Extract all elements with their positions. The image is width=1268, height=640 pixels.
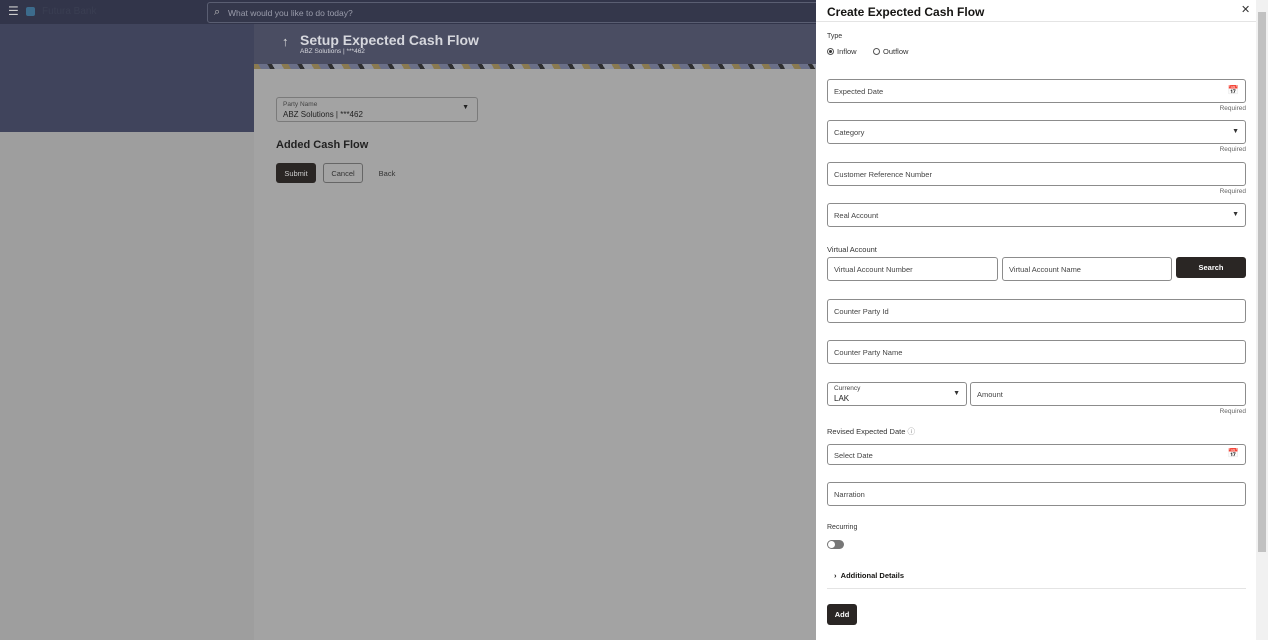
customer-reference-input[interactable]: Customer Reference Number bbox=[827, 162, 1246, 186]
va-number-placeholder: Virtual Account Number bbox=[834, 265, 913, 274]
currency-value: LAK bbox=[834, 394, 850, 403]
counter-party-id-input[interactable]: Counter Party Id bbox=[827, 299, 1246, 323]
radio-unchecked-icon bbox=[873, 48, 880, 55]
narration-input[interactable]: Narration bbox=[827, 482, 1246, 506]
currency-select[interactable]: Currency LAK ▼ bbox=[827, 382, 967, 406]
amount-placeholder: Amount bbox=[977, 390, 1003, 399]
revised-date-label: Revised Expected Date ⓘ bbox=[827, 426, 915, 437]
bank-logo-icon bbox=[26, 7, 35, 16]
required-hint: Required bbox=[1219, 146, 1246, 153]
info-icon[interactable]: ⓘ bbox=[907, 427, 915, 436]
required-hint: Required bbox=[1219, 188, 1246, 195]
virtual-account-number-input[interactable]: Virtual Account Number bbox=[827, 257, 998, 281]
back-button[interactable]: Back bbox=[372, 163, 402, 183]
add-button[interactable]: Add bbox=[827, 604, 857, 625]
bank-name: Futura Bank bbox=[42, 6, 97, 17]
main-content: ↑ Setup Expected Cash Flow ABZ Solutions… bbox=[254, 24, 816, 640]
radio-checked-icon bbox=[827, 48, 834, 55]
counter-party-name-input[interactable]: Counter Party Name bbox=[827, 340, 1246, 364]
counter-party-name-placeholder: Counter Party Name bbox=[834, 348, 903, 357]
amount-input[interactable]: Amount bbox=[970, 382, 1246, 406]
radio-outflow[interactable]: Outflow bbox=[873, 47, 908, 56]
recurring-label: Recurring bbox=[827, 524, 858, 531]
submit-button[interactable]: Submit bbox=[276, 163, 316, 183]
search-icon: ⌕ bbox=[214, 6, 221, 18]
type-label: Type bbox=[827, 33, 843, 40]
section-title: Added Cash Flow bbox=[276, 139, 369, 151]
divider bbox=[827, 588, 1246, 589]
expected-date-placeholder: Expected Date bbox=[834, 87, 884, 96]
left-panel bbox=[0, 24, 254, 132]
calendar-icon[interactable]: 📅 bbox=[1228, 448, 1239, 459]
party-name-value: ABZ Solutions | ***462 bbox=[283, 110, 363, 119]
cancel-button[interactable]: Cancel bbox=[323, 163, 363, 183]
close-icon[interactable]: ✕ bbox=[1241, 3, 1250, 16]
additional-details-toggle[interactable]: › Additional Details bbox=[834, 571, 904, 580]
calendar-icon[interactable]: 📅 bbox=[1228, 85, 1239, 96]
page-title: Setup Expected Cash Flow bbox=[300, 32, 479, 48]
real-account-select[interactable]: Real Account ▼ bbox=[827, 203, 1246, 227]
revised-date-label-text: Revised Expected Date bbox=[827, 427, 906, 436]
recurring-toggle[interactable] bbox=[827, 540, 844, 549]
create-cash-flow-panel: Create Expected Cash Flow ✕ Type Inflow … bbox=[816, 0, 1256, 640]
back-arrow-icon[interactable]: ↑ bbox=[282, 34, 289, 49]
category-select[interactable]: Category ▼ bbox=[827, 120, 1246, 144]
page-header: ↑ Setup Expected Cash Flow ABZ Solutions… bbox=[254, 24, 816, 64]
radio-inflow[interactable]: Inflow bbox=[827, 47, 857, 56]
caret-down-icon: ▼ bbox=[1232, 211, 1239, 218]
required-hint: Required bbox=[1219, 408, 1246, 415]
category-placeholder: Category bbox=[834, 128, 865, 137]
currency-label: Currency bbox=[834, 385, 861, 392]
narration-placeholder: Narration bbox=[834, 490, 865, 499]
customer-reference-placeholder: Customer Reference Number bbox=[834, 170, 932, 179]
revised-date-input[interactable]: Select Date 📅 bbox=[827, 444, 1246, 465]
expected-date-input[interactable]: Expected Date 📅 bbox=[827, 79, 1246, 103]
virtual-account-label: Virtual Account bbox=[827, 245, 877, 254]
party-name-label: Party Name bbox=[283, 101, 318, 108]
additional-details-label: Additional Details bbox=[840, 571, 905, 580]
counter-party-id-placeholder: Counter Party Id bbox=[834, 307, 889, 316]
chevron-right-icon: › bbox=[834, 571, 837, 580]
search-button[interactable]: Search bbox=[1176, 257, 1246, 278]
real-account-placeholder: Real Account bbox=[834, 211, 879, 220]
required-hint: Required bbox=[1219, 105, 1246, 112]
panel-title: Create Expected Cash Flow bbox=[827, 5, 985, 19]
search-placeholder: What would you like to do today? bbox=[228, 8, 353, 18]
va-name-placeholder: Virtual Account Name bbox=[1009, 265, 1081, 274]
inflow-label: Inflow bbox=[837, 47, 857, 56]
caret-down-icon: ▼ bbox=[953, 390, 960, 397]
scrollbar-thumb[interactable] bbox=[1258, 12, 1266, 552]
caret-down-icon: ▼ bbox=[1232, 128, 1239, 135]
outflow-label: Outflow bbox=[883, 47, 909, 56]
caret-down-icon: ▼ bbox=[462, 104, 469, 111]
party-name-select[interactable]: Party Name ABZ Solutions | ***462 ▼ bbox=[276, 97, 478, 122]
virtual-account-name-input[interactable]: Virtual Account Name bbox=[1002, 257, 1172, 281]
header-banner bbox=[254, 64, 816, 69]
divider bbox=[816, 21, 1256, 22]
page-subtitle: ABZ Solutions | ***462 bbox=[300, 48, 365, 55]
revised-date-placeholder: Select Date bbox=[834, 451, 873, 460]
search-input[interactable]: ⌕ What would you like to do today? bbox=[207, 2, 827, 23]
hamburger-menu-icon[interactable]: ☰ bbox=[8, 5, 19, 17]
